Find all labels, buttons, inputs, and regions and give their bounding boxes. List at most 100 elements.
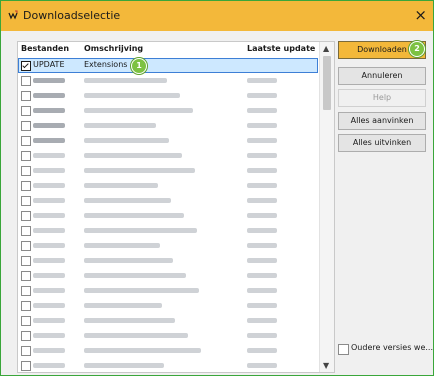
row-checkbox[interactable] [21,136,31,146]
redacted-cell [84,93,180,98]
redacted-cell [33,168,65,173]
redacted-cell [33,213,65,218]
table-row[interactable] [18,298,318,313]
table-row[interactable] [18,133,318,148]
table-row[interactable] [18,313,318,328]
redacted-cell [33,153,65,158]
redacted-cell [247,138,277,143]
redacted-cell [33,303,65,308]
row-checkbox[interactable] [21,316,31,326]
redacted-cell [247,363,277,368]
scrollbar-thumb[interactable] [323,56,331,110]
title-bar: Downloadselectie × [1,1,433,31]
close-icon[interactable]: × [414,6,427,24]
redacted-cell [84,303,162,308]
row-checkbox[interactable] [21,196,31,206]
redacted-cell [33,363,65,368]
table-row[interactable]: UPDATE Extensions [18,58,318,73]
redacted-cell [247,153,277,158]
redacted-cell [84,123,156,128]
table-row[interactable] [18,358,318,372]
redacted-cell [84,333,188,338]
redacted-cell [247,198,277,203]
step-badge-2: 2 [409,41,425,57]
table-row[interactable] [18,208,318,223]
scroll-down-icon[interactable]: ▼ [323,361,329,370]
column-header-last-update[interactable]: Laatste update [247,44,315,53]
table-row[interactable] [18,163,318,178]
row-checkbox[interactable] [21,166,31,176]
row-checkbox[interactable] [21,256,31,266]
redacted-cell [247,243,277,248]
row-checkbox[interactable] [21,121,31,131]
redacted-cell [247,273,277,278]
table-row[interactable] [18,148,318,163]
help-button[interactable]: Help [338,89,426,107]
column-header-description[interactable]: Omschrijving [84,44,143,53]
file-list[interactable]: Bestanden Omschrijving Laatste update UP… [17,41,335,373]
redacted-cell [247,333,277,338]
row-checkbox[interactable] [21,286,31,296]
redacted-cell [84,228,197,233]
redacted-cell [247,183,277,188]
redacted-cell [84,318,175,323]
scroll-up-icon[interactable]: ▲ [323,44,329,53]
row-checkbox[interactable] [21,241,31,251]
download-selection-dialog: Downloadselectie × Bestanden Omschrijvin… [0,0,434,376]
table-row[interactable] [18,268,318,283]
uncheck-all-button[interactable]: Alles uitvinken [338,134,426,152]
row-checkbox[interactable] [21,151,31,161]
table-row[interactable] [18,328,318,343]
older-versions-checkbox[interactable] [338,344,349,355]
row-checkbox[interactable] [21,271,31,281]
row-checkbox[interactable] [21,181,31,191]
table-row[interactable] [18,178,318,193]
row-checkbox[interactable] [21,91,31,101]
redacted-cell [247,168,277,173]
redacted-cell [33,228,65,233]
table-row[interactable] [18,238,318,253]
row-checkbox[interactable] [21,361,31,371]
row-checkbox[interactable] [21,346,31,356]
redacted-cell [247,258,277,263]
table-row[interactable] [18,193,318,208]
row-checkbox[interactable] [21,226,31,236]
table-row[interactable] [18,88,318,103]
redacted-cell [84,78,167,83]
redacted-cell [33,78,65,83]
redacted-cell [247,213,277,218]
redacted-cell [33,198,65,203]
redacted-cell [247,348,277,353]
table-row[interactable] [18,118,318,133]
row-checkbox[interactable] [21,301,31,311]
cancel-button[interactable]: Annuleren [338,67,426,85]
column-header-files[interactable]: Bestanden [21,44,69,53]
redacted-cell [84,168,195,173]
download-app-icon [8,10,18,20]
row-checkbox[interactable] [21,211,31,221]
row-checkbox[interactable] [21,331,31,341]
row-checkbox[interactable] [21,61,31,71]
redacted-cell [247,78,277,83]
table-row[interactable] [18,253,318,268]
check-all-button[interactable]: Alles aanvinken [338,112,426,130]
redacted-cell [247,303,277,308]
redacted-cell [33,138,65,143]
row-checkbox[interactable] [21,106,31,116]
table-row[interactable] [18,73,318,88]
table-row[interactable] [18,283,318,298]
redacted-cell [84,258,173,263]
table-row[interactable] [18,103,318,118]
download-button-label: Downloaden [357,45,407,54]
redacted-cell [33,288,65,293]
table-row[interactable] [18,343,318,358]
row-checkbox[interactable] [21,76,31,86]
redacted-cell [247,123,277,128]
list-scrollbar[interactable]: ▲ ▼ [319,42,334,372]
table-row[interactable] [18,223,318,238]
redacted-cell [33,123,65,128]
redacted-cell [33,108,65,113]
redacted-cell [84,273,186,278]
redacted-cell [84,213,184,218]
redacted-cell [84,138,169,143]
